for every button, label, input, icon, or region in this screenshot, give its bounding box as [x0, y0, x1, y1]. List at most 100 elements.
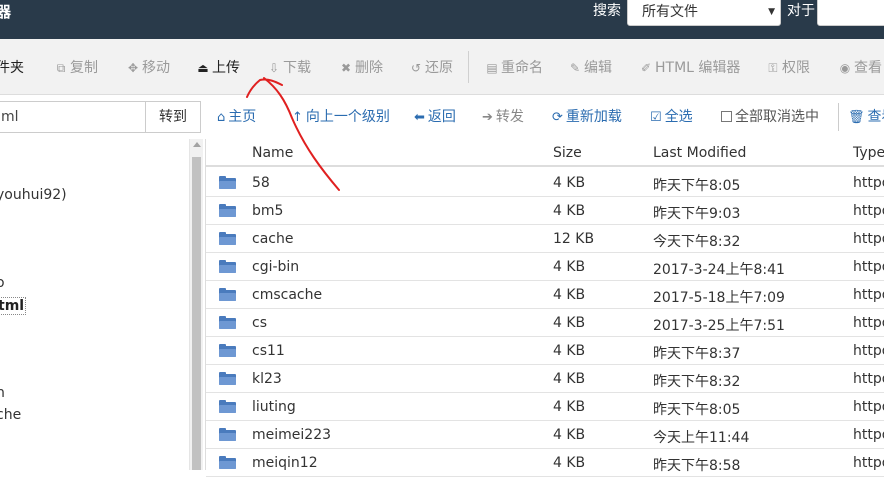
edit-button[interactable]: ✎ 编辑	[568, 58, 612, 78]
file-size: 4 KB	[553, 203, 586, 219]
delete-button[interactable]: ✖ 删除	[339, 58, 383, 78]
chevron-down-icon: ▼	[768, 7, 775, 17]
file-size: 4 KB	[553, 287, 586, 303]
move-icon: ✥	[127, 61, 139, 75]
tree-item[interactable]: che	[0, 407, 21, 423]
tree-item-selected[interactable]: tml	[0, 297, 27, 315]
view-trash-button[interactable]: 🗑查看	[848, 107, 884, 127]
reload-label: 重新加载	[565, 109, 622, 125]
file-size: 4 KB	[553, 343, 586, 359]
tree-item[interactable]: youhui92)	[0, 187, 67, 203]
file-size: 4 KB	[553, 175, 586, 191]
file-modified: 2017-3-25上午7:51	[653, 318, 785, 334]
home-icon: ⌂	[217, 110, 226, 125]
copy-icon: ⧉	[56, 61, 66, 75]
select-all-button[interactable]: ☑ 全选	[650, 107, 693, 127]
file-modified: 2017-3-24上午8:41	[653, 262, 785, 278]
tree-item[interactable]: n	[0, 385, 5, 401]
file-size: 4 KB	[553, 371, 586, 387]
html-editor-button[interactable]: ✐ HTML 编辑器	[639, 58, 740, 78]
file-name[interactable]: kl23	[252, 371, 282, 387]
view-button[interactable]: ◉ 查看	[838, 58, 882, 78]
table-row[interactable]: cache 12 KB 今天下午8:32 httpd	[206, 225, 884, 253]
table-row[interactable]: cmscache 4 KB 2017-5-18上午7:09 httpd	[206, 281, 884, 309]
file-name[interactable]: cs11	[252, 343, 285, 359]
path-input[interactable]: ml	[0, 101, 146, 133]
key-icon: ⚿	[768, 61, 778, 75]
table-row[interactable]: bm5 4 KB 昨天下午9:03 httpd	[206, 197, 884, 225]
table-row[interactable]: cs11 4 KB 昨天下午8:37 httpd	[206, 337, 884, 365]
table-row[interactable]: cgi-bin 4 KB 2017-3-24上午8:41 httpd	[206, 253, 884, 281]
forward-button[interactable]: ➔ 转发	[482, 107, 524, 127]
search-label: 搜索	[593, 3, 621, 19]
table-row[interactable]: 58 4 KB 昨天下午8:05 httpd	[206, 169, 884, 197]
file-type: httpd	[853, 231, 884, 247]
back-button[interactable]: ⬅ 返回	[414, 107, 456, 127]
copy-label: 复制	[70, 60, 98, 76]
reload-button[interactable]: ⟳ 重新加载	[552, 107, 622, 127]
search-scope-select[interactable]: 所有文件 ▼	[627, 0, 781, 26]
file-type: httpd	[853, 315, 884, 331]
delete-label: 删除	[355, 60, 383, 76]
edit-label: 编辑	[584, 60, 612, 76]
file-modified: 昨天下午9:03	[653, 206, 741, 222]
deselect-all-button[interactable]: 全部取消选中	[721, 107, 819, 127]
restore-label: 还原	[425, 60, 453, 76]
trash-icon: 🗑	[848, 110, 865, 125]
file-modified: 昨天下午8:58	[653, 458, 741, 474]
file-table: Name Size Last Modified Type 58 4 KB 昨天下午8…	[205, 139, 884, 477]
column-last-modified[interactable]: Last Modified	[653, 145, 746, 161]
file-type: httpd	[853, 427, 884, 443]
move-button[interactable]: ✥ 移动	[126, 58, 170, 78]
new-folder-label: 件夹	[0, 60, 24, 76]
table-row[interactable]: cs 4 KB 2017-3-25上午7:51 httpd	[206, 309, 884, 337]
toolbar-divider	[468, 51, 469, 83]
go-button[interactable]: 转到	[145, 101, 201, 133]
checkbox-empty-icon	[721, 111, 732, 122]
file-name[interactable]: meimei223	[252, 427, 331, 443]
new-folder-button[interactable]: 件夹	[0, 58, 24, 78]
permissions-button[interactable]: ⚿ 权限	[766, 58, 810, 78]
column-name[interactable]: Name	[252, 145, 293, 161]
restore-button[interactable]: ↺ 还原	[409, 58, 453, 78]
file-name[interactable]: cmscache	[252, 287, 322, 303]
rename-button[interactable]: ▤ 重命名	[485, 58, 543, 78]
tree-item[interactable]: o	[0, 275, 5, 291]
column-size[interactable]: Size	[553, 145, 582, 161]
file-type: httpd	[853, 343, 884, 359]
file-modified: 昨天下午8:05	[653, 402, 741, 418]
folder-tree: youhui92) o tml n che	[0, 139, 200, 470]
column-type[interactable]: Type	[853, 145, 884, 161]
download-label: 下载	[283, 60, 311, 76]
file-toolbar: 件夹 ⧉ 复制 ✥ 移动 ⏏ 上传 ⇩ 下载 ✖ 删除 ↺ 还原 ▤ 重命名 ✎ 编辑 ✐ HTM…	[0, 39, 884, 95]
tree-scrollbar[interactable]	[189, 139, 203, 470]
scroll-up-icon[interactable]	[193, 142, 201, 147]
download-button[interactable]: ⇩ 下载	[267, 58, 311, 78]
copy-button[interactable]: ⧉ 复制	[54, 58, 98, 78]
file-name[interactable]: cs	[252, 315, 267, 331]
file-name[interactable]: meiqin12	[252, 455, 318, 471]
table-row[interactable]: meiqin12 4 KB 昨天下午8:58 httpd	[206, 449, 884, 477]
folder-icon	[219, 316, 236, 329]
folder-icon	[219, 372, 236, 385]
back-label: 返回	[427, 109, 456, 125]
arrow-left-icon: ⬅	[414, 110, 425, 125]
header-bar: 器 搜索 所有文件 ▼ 对于	[0, 0, 884, 39]
level-up-icon: ↑	[292, 110, 303, 125]
table-row[interactable]: liuting 4 KB 昨天下午8:05 httpd	[206, 393, 884, 421]
upload-button[interactable]: ⏏ 上传	[196, 58, 240, 78]
home-button[interactable]: ⌂ 主页	[217, 107, 256, 127]
file-name[interactable]: cache	[252, 231, 293, 247]
forward-label: 转发	[495, 109, 524, 125]
file-name[interactable]: cgi-bin	[252, 259, 299, 275]
table-row[interactable]: meimei223 4 KB 今天上午11:44 httpd	[206, 421, 884, 449]
table-row[interactable]: kl23 4 KB 昨天下午8:32 httpd	[206, 365, 884, 393]
file-name[interactable]: 58	[252, 175, 270, 191]
folder-icon	[219, 428, 236, 441]
file-name[interactable]: bm5	[252, 203, 283, 219]
search-input[interactable]	[817, 0, 884, 26]
up-one-level-button[interactable]: ↑ 向上一个级别	[292, 107, 390, 127]
download-icon: ⇩	[268, 61, 280, 75]
scroll-thumb[interactable]	[192, 157, 201, 470]
file-name[interactable]: liuting	[252, 399, 296, 415]
